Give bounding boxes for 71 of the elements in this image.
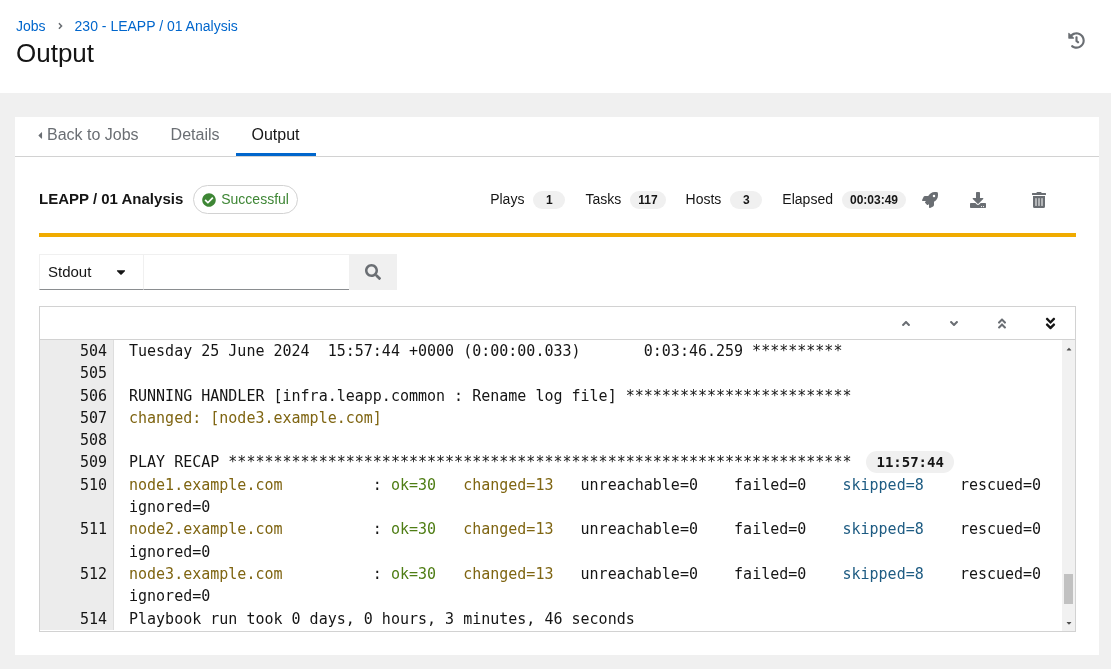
- line-number: 507: [40, 406, 114, 430]
- line-number: 508: [40, 429, 114, 452]
- breadcrumb-link[interactable]: Jobs: [16, 16, 46, 36]
- log-text: ok=30: [390, 520, 437, 539]
- log-text: unreachable=0: [580, 520, 698, 539]
- log-text: PLAY RECAP *********************************************************************: [129, 453, 852, 472]
- stat-label: Tasks: [585, 190, 622, 209]
- tab[interactable]: Output: [235, 117, 316, 156]
- line-number: 514: [40, 607, 114, 630]
- chevron-right-icon: [56, 21, 64, 31]
- history-icon: [1067, 31, 1085, 49]
- log-text: ok=30: [390, 475, 437, 494]
- stat-count: 00:03:49: [841, 190, 906, 209]
- stat-count: 3: [730, 190, 763, 209]
- log-text: rescued=0: [959, 564, 1042, 583]
- log-text: changed: [node3.example.com]: [129, 408, 382, 427]
- log-text: ignored=0: [129, 542, 211, 561]
- stat-label: Hosts: [685, 190, 722, 209]
- log-text: changed=13: [463, 520, 554, 539]
- log-text: ok=30: [390, 564, 437, 583]
- line-number: 512: [40, 562, 114, 608]
- log-text: changed=13: [463, 475, 554, 494]
- tab[interactable]: Details: [154, 117, 236, 156]
- log-text: rescued=0: [959, 475, 1042, 494]
- log-text: ignored=0: [129, 587, 211, 606]
- stat-count: 1: [533, 190, 566, 209]
- timestamp-badge: 11:57:44: [866, 451, 954, 474]
- stat-label: Plays: [490, 190, 525, 209]
- log-text: node2.example.com: [129, 520, 283, 539]
- scrollbar-thumb[interactable]: [1064, 574, 1073, 604]
- log-text: :: [372, 520, 382, 539]
- log-text: node1.example.com: [129, 475, 283, 494]
- breadcrumb-link[interactable]: 230 - LEAPP / 01 Analysis: [74, 16, 238, 36]
- line-number: 506: [40, 384, 114, 407]
- log-text: Playbook run took 0 days, 0 hours, 3 minutes, 46 seconds: [129, 609, 635, 628]
- log-text: rescued=0: [959, 520, 1042, 539]
- log-text: RUNNING HANDLER [infra.leapp.common : Rename log file] *************************: [129, 386, 852, 405]
- search-field[interactable]: [143, 254, 349, 290]
- job-name: LEAPP / 01 Analysis: [39, 189, 184, 210]
- log-text: failed=0: [734, 520, 807, 539]
- log-text: :: [372, 475, 382, 494]
- line-number: 510: [40, 473, 114, 519]
- log-text: unreachable=0: [580, 564, 698, 583]
- log-text: ignored=0: [129, 498, 211, 517]
- page-title: Output: [16, 38, 96, 68]
- log-text: :: [372, 564, 382, 583]
- stat-count: 117: [630, 190, 666, 209]
- log-text: failed=0: [734, 475, 807, 494]
- line-number: 511: [40, 518, 114, 563]
- scrollbar[interactable]: [1062, 340, 1075, 631]
- log-text: Tuesday 25 June 2024 15:57:44 +0000 (0:00:00.033) 0:03:46.259 **********: [129, 342, 843, 360]
- log-text: skipped=8: [842, 475, 924, 494]
- log-text: skipped=8: [842, 564, 924, 583]
- download-icon: [970, 191, 986, 208]
- log-text: failed=0: [734, 564, 807, 583]
- line-number: 509: [40, 451, 114, 474]
- caret-left-icon: [37, 129, 43, 141]
- trash-icon: [1032, 191, 1046, 208]
- back-tab[interactable]: Back to Jobs: [21, 117, 155, 156]
- stream-select[interactable]: Stdout: [39, 254, 143, 290]
- search-icon: [365, 264, 381, 280]
- history-button[interactable]: [1066, 30, 1086, 50]
- search-button[interactable]: [349, 254, 397, 290]
- log-text: node3.example.com: [129, 564, 283, 583]
- line-number: 504: [40, 340, 114, 363]
- log-text: skipped=8: [842, 520, 924, 539]
- log-text: unreachable=0: [580, 475, 698, 494]
- rocket-icon: [922, 191, 938, 208]
- line-number: 505: [40, 362, 114, 385]
- log-text: changed=13: [463, 564, 554, 583]
- stat-label: Elapsed: [782, 190, 833, 209]
